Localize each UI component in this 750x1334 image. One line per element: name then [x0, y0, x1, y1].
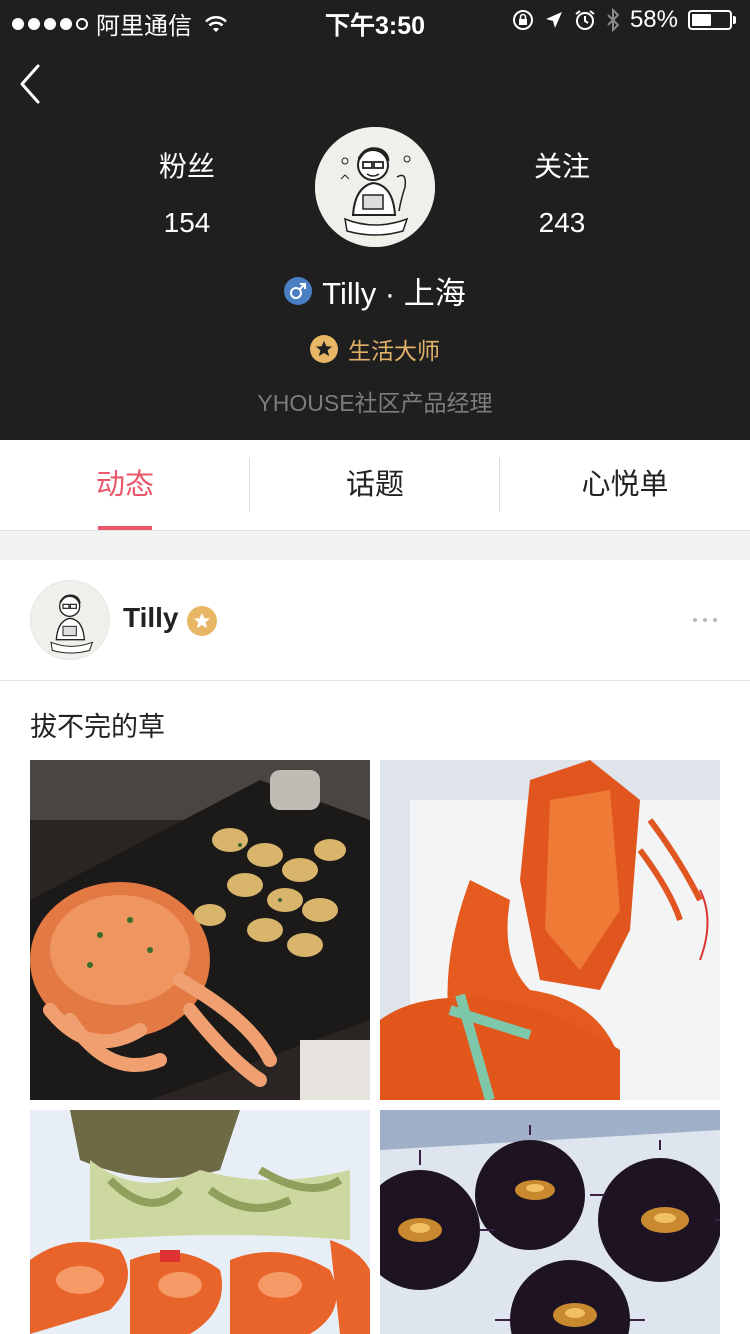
profile-avatar[interactable]: [315, 127, 435, 247]
photo-lobster[interactable]: [380, 760, 720, 1100]
location-arrow-icon: [545, 12, 562, 28]
photo-crab-claws[interactable]: [30, 1110, 370, 1334]
active-tab-indicator: [98, 526, 152, 530]
battery-icon: [688, 10, 732, 30]
profile-name: Tilly · 上海: [322, 276, 466, 311]
post-text: 拔不完的草: [30, 712, 165, 742]
tab-activity-label: 动态: [95, 469, 154, 501]
tab-wishlist[interactable]: 心悦单: [500, 440, 750, 530]
post-header: Tilly: [0, 560, 750, 681]
back-arrow-icon[interactable]: [14, 60, 54, 108]
star-badge-icon: [187, 606, 217, 636]
tab-wishlist-label: 心悦单: [581, 469, 669, 501]
post-author-name[interactable]: Tilly: [123, 602, 179, 634]
battery-percent: 58%: [629, 6, 678, 33]
tab-topics[interactable]: 话题: [250, 440, 500, 530]
bluetooth-icon: [607, 8, 620, 32]
follow-label: 关注: [533, 151, 590, 182]
profile-header: 阿里通信 下午3:50 58% 粉丝 154 关注 243 Tilly · 上海…: [0, 0, 750, 440]
photo-crab-platter[interactable]: [30, 760, 370, 1100]
fans-stat[interactable]: 粉丝 154: [117, 145, 257, 239]
follow-stat[interactable]: 关注 243: [492, 145, 632, 239]
fans-count: 154: [163, 207, 211, 238]
rotation-lock-icon: [512, 10, 533, 30]
tab-activity[interactable]: 动态: [0, 440, 250, 530]
title-badge-row: 生活大师: [0, 332, 750, 366]
profile-bio: YHOUSE社区产品经理: [257, 390, 493, 416]
profile-tabs: 动态 话题 心悦单: [0, 440, 750, 531]
alarm-icon: [575, 10, 595, 30]
photo-sea-urchins[interactable]: [380, 1110, 720, 1334]
post-card: Tilly 拔不完的草: [0, 560, 750, 1334]
more-options-icon[interactable]: [693, 610, 727, 630]
title-badge-label: 生活大师: [348, 338, 440, 364]
profile-name-row: Tilly · 上海: [0, 268, 750, 313]
star-badge-icon: [310, 335, 338, 363]
status-bar: 阿里通信 下午3:50 58%: [0, 0, 750, 40]
male-gender-icon: [284, 276, 313, 305]
tab-topics-label: 话题: [345, 469, 404, 501]
follow-count: 243: [538, 207, 586, 238]
fans-label: 粉丝: [158, 151, 215, 182]
post-author-avatar[interactable]: [30, 580, 110, 660]
